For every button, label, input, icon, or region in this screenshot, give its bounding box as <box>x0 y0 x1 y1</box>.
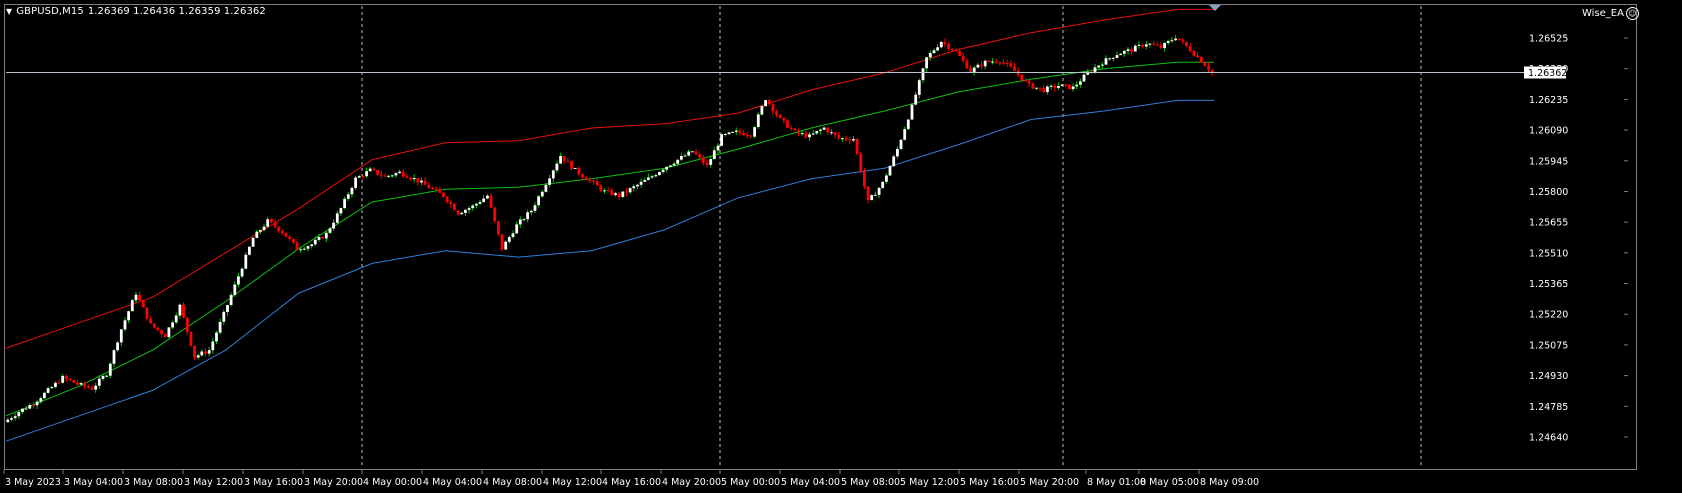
expert-name: Wise_EA <box>1582 8 1624 19</box>
time-label: 8 May 01:00 <box>1087 477 1146 488</box>
time-label: 4 May 08:00 <box>483 477 542 488</box>
chart-frame <box>4 4 1637 470</box>
time-label: 3 May 04:00 <box>64 477 123 488</box>
time-label: 4 May 20:00 <box>662 477 721 488</box>
time-label: 4 May 04:00 <box>423 477 482 488</box>
time-label: 4 May 00:00 <box>363 477 422 488</box>
time-label: 3 May 2023 <box>5 477 61 488</box>
time-axis: 3 May 2023 3 May 04:00 3 May 08:00 3 May 12… <box>3 470 1259 488</box>
expert-advisor-label[interactable]: Wise_EA ☺ <box>1582 7 1639 20</box>
time-label: 5 May 20:00 <box>1020 477 1079 488</box>
time-label: 5 May 08:00 <box>841 477 900 488</box>
time-label: 3 May 16:00 <box>244 477 303 488</box>
time-label: 4 May 12:00 <box>543 477 602 488</box>
symbol-timeframe: GBPUSD,M15 <box>16 6 84 17</box>
time-label: 3 May 08:00 <box>124 477 183 488</box>
symbol-dropdown-icon[interactable]: ▼ <box>6 7 12 16</box>
ohlc-values: 1.26369 1.26436 1.26359 1.26362 <box>87 6 266 17</box>
time-label: 5 May 16:00 <box>960 477 1019 488</box>
smiley-icon: ☺ <box>1625 7 1639 20</box>
time-label: 3 May 20:00 <box>304 477 363 488</box>
time-label: 4 May 16:00 <box>602 477 661 488</box>
time-label: 5 May 04:00 <box>781 477 840 488</box>
time-label: 8 May 05:00 <box>1140 477 1199 488</box>
chart-window: 1.265251.263801.262351.260901.259451.258… <box>0 0 1682 493</box>
time-label: 3 May 12:00 <box>184 477 243 488</box>
time-label: 5 May 00:00 <box>721 477 780 488</box>
chart-header: ▼ GBPUSD,M15 1.26369 1.26436 1.26359 1.2… <box>6 6 266 17</box>
time-label: 8 May 09:00 <box>1200 477 1259 488</box>
time-label: 5 May 12:00 <box>900 477 959 488</box>
